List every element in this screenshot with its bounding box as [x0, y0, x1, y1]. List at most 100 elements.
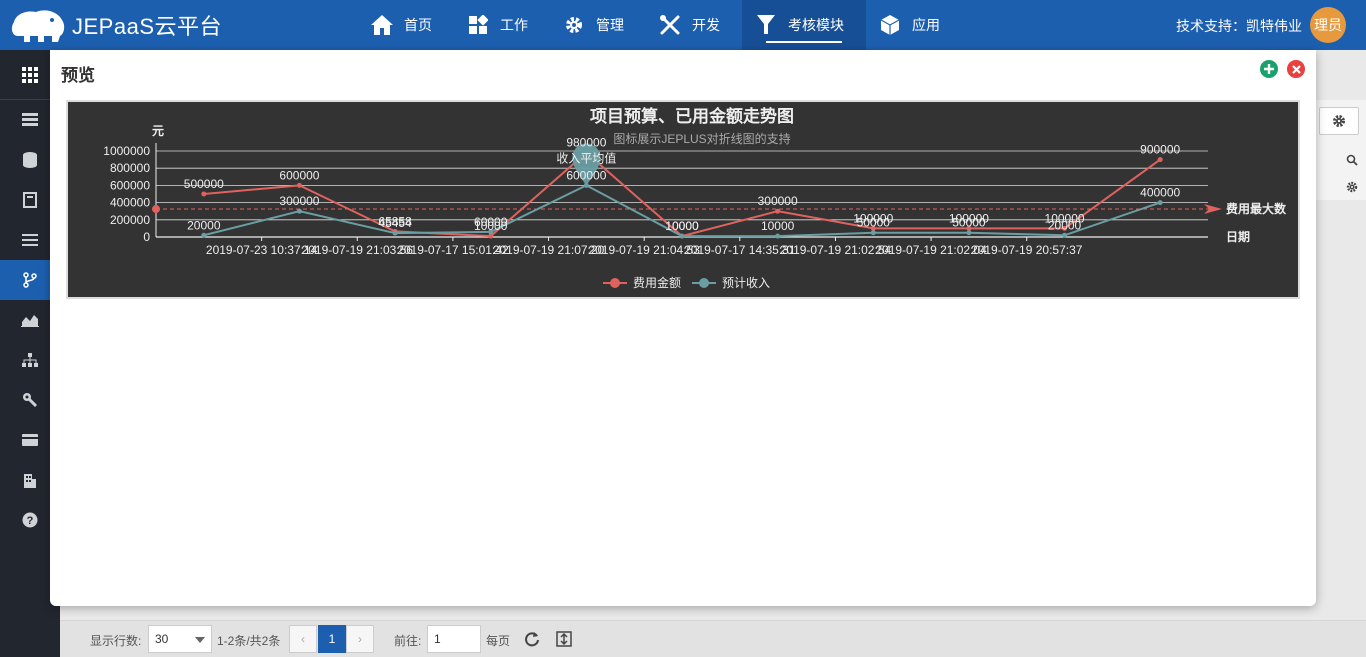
branch-icon: [23, 272, 37, 288]
next-page-button[interactable]: ›: [346, 625, 374, 653]
data-point: [201, 191, 207, 197]
data-label: 45454: [378, 216, 412, 230]
org-chart-icon: [22, 353, 38, 367]
x-tick-label: 2019-07-19 20:57:37: [971, 243, 1083, 257]
nav-develop-label: 开发: [692, 17, 720, 33]
data-point: [1157, 157, 1163, 163]
database-icon: [23, 152, 37, 168]
area-chart-icon: [21, 315, 39, 327]
legend-label-1: 费用金额: [633, 275, 681, 290]
data-point: [1062, 232, 1068, 238]
background-config-button[interactable]: [1342, 177, 1362, 197]
tools-icon: [658, 13, 682, 37]
per-page-label: 每页: [486, 634, 511, 648]
y-tick-label: 1000000: [103, 144, 150, 158]
top-navbar: JEPaaS云平台 首页 工作 管理 开发 考核模块 应用 技术支持：凯特伟业 …: [0, 0, 1366, 50]
legend-label-2: 预计收入: [722, 276, 770, 290]
gear-icon: [1333, 115, 1345, 127]
next-icon: ›: [358, 632, 362, 646]
gear-icon: [1346, 181, 1358, 193]
chart-container: 0 200000 400000 600000 800000 1000000 2019-07-…: [66, 100, 1300, 299]
search-icon: [1346, 154, 1358, 166]
add-button[interactable]: [1260, 60, 1278, 78]
data-label: 50000: [857, 216, 891, 230]
data-point: [296, 208, 302, 214]
nav-home[interactable]: 首页: [358, 0, 454, 50]
prev-page-button[interactable]: ‹: [289, 625, 317, 653]
markpoint-label: 收入平均值: [556, 150, 616, 165]
data-point: [392, 230, 398, 236]
nav-manage-label: 管理: [596, 17, 624, 33]
goto-label: 前往:: [394, 634, 422, 648]
data-point: [296, 182, 302, 188]
line-chart: 0 200000 400000 600000 800000 1000000 2019-07-…: [103, 106, 1287, 290]
data-label: 50000: [952, 216, 986, 230]
rows-label: 显示行数:: [90, 634, 142, 648]
data-label: 600000: [279, 168, 319, 182]
y-tick-label: 0: [143, 230, 150, 244]
goto-page-input[interactable]: 1: [427, 625, 481, 653]
nav-work[interactable]: 工作: [454, 0, 550, 50]
goto-value: 1: [434, 632, 441, 646]
nav-home-label: 首页: [404, 17, 432, 33]
plus-icon: [1264, 64, 1274, 74]
nav-work-label: 工作: [500, 17, 528, 33]
avatar-text: 理员: [1314, 17, 1342, 33]
data-label: 10000: [761, 219, 795, 233]
home-icon: [370, 13, 394, 37]
fit-height-button[interactable]: [554, 629, 574, 649]
grid-icon: [466, 13, 490, 37]
rows-per-page-select[interactable]: 30: [148, 625, 212, 653]
data-point: [966, 230, 972, 236]
nav-manage[interactable]: 管理: [550, 0, 646, 50]
background-settings-button[interactable]: [1319, 107, 1359, 135]
prev-icon: ‹: [301, 632, 305, 646]
svg-text:?: ?: [27, 515, 34, 527]
close-icon: [1291, 64, 1301, 74]
data-label: 600000: [566, 168, 606, 182]
user-avatar[interactable]: 理员: [1310, 7, 1346, 43]
y-axis-label: 元: [152, 124, 164, 138]
data-point: [775, 208, 781, 214]
main-nav: 首页 工作 管理 开发 考核模块 应用: [358, 0, 962, 50]
card-icon: [22, 434, 38, 446]
nav-apps-label: 应用: [912, 17, 940, 33]
nav-apps[interactable]: 应用: [866, 0, 962, 50]
data-point: [488, 233, 494, 239]
pagination-bar: 显示行数: 30 1-2条/共2条 ‹ 1 › 前往: 1 每页: [60, 620, 1366, 657]
y-tick-label: 200000: [110, 213, 150, 227]
y-tick-label: 400000: [110, 196, 150, 210]
nav-develop[interactable]: 开发: [646, 0, 742, 50]
data-label: 300000: [758, 194, 798, 208]
close-button[interactable]: [1287, 60, 1305, 78]
fit-height-icon: [556, 631, 572, 647]
apps-grid-icon: [22, 66, 38, 83]
data-label: 500000: [184, 177, 224, 191]
preview-modal: 预览 0 200000 400000 600000 800000 1000000 2019-…: [50, 50, 1316, 606]
list-icon: [22, 234, 38, 246]
refresh-icon: [525, 632, 539, 647]
data-label: 980000: [566, 136, 606, 150]
app-logo[interactable]: JEPaaS云平台: [8, 6, 222, 44]
filter-icon: [754, 13, 778, 37]
refresh-button[interactable]: [522, 629, 542, 649]
modal-title: 预览: [61, 66, 95, 85]
rows-value: 30: [155, 632, 169, 646]
x-axis-label: 日期: [1226, 229, 1250, 244]
app-title: JEPaaS云平台: [72, 14, 222, 39]
data-label: 400000: [1140, 186, 1180, 200]
page-1-button[interactable]: 1: [318, 625, 346, 653]
data-point: [679, 233, 685, 239]
markline-start: [152, 205, 160, 214]
nav-assessment[interactable]: 考核模块: [742, 0, 866, 50]
data-label: 20000: [1048, 218, 1082, 232]
building-icon: [24, 474, 36, 488]
data-point: [870, 230, 876, 236]
chevron-down-icon: [195, 637, 205, 643]
data-label: 20000: [187, 218, 221, 232]
gear-icon: [562, 13, 586, 37]
chart-subtitle: 图标展示JEPLUS对折线图的支持: [613, 131, 790, 146]
book-icon: [23, 192, 37, 208]
background-search-button[interactable]: [1342, 150, 1362, 170]
data-point: [201, 232, 207, 238]
